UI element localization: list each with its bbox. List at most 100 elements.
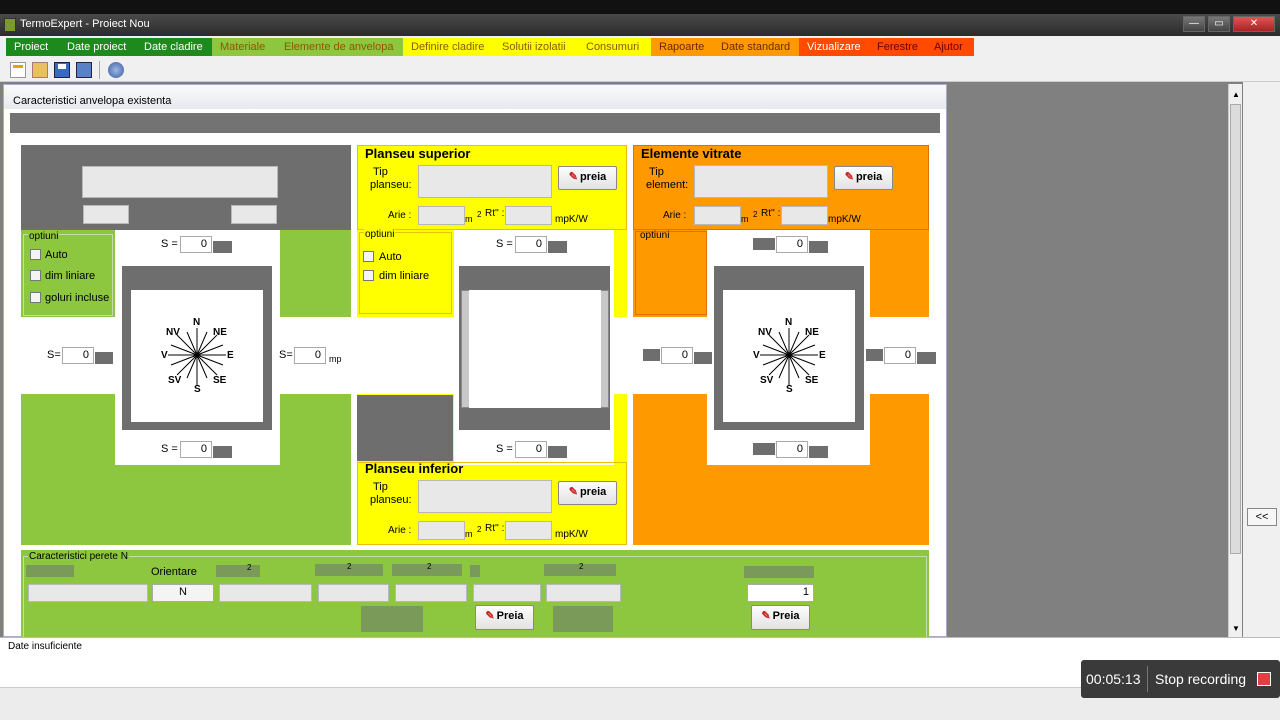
scroll-up-icon[interactable]: ▲ [1232, 90, 1240, 99]
perete-preia-label-1: Preia [496, 610, 524, 622]
menu-item-date-proiect[interactable]: Date proiect [59, 38, 136, 56]
pi-preia-button[interactable]: ✎ preia [558, 481, 617, 505]
vt-bottom-input[interactable]: 0 [776, 441, 808, 458]
menu-item-rapoarte[interactable]: Rapoarte [651, 38, 713, 56]
s-top-input[interactable]: 0 [180, 236, 212, 253]
dim-liniare-checkbox[interactable] [30, 270, 41, 281]
ev-m-unit: m [741, 214, 749, 224]
wall-type-field[interactable] [82, 166, 278, 198]
ps-preia-label: preia [579, 171, 607, 183]
ps-tip-field[interactable] [418, 165, 552, 198]
vt-left-input[interactable]: 0 [661, 347, 693, 364]
vt-left-label-box [643, 349, 660, 361]
open-folder-icon[interactable] [32, 62, 48, 78]
restore-button[interactable]: ▭ [1208, 16, 1230, 32]
menu-item-proiect[interactable]: Proiect [6, 38, 59, 56]
scroll-down-icon[interactable]: ▼ [1232, 624, 1240, 633]
s-bottom-unit-box [213, 446, 232, 458]
perete-field-7[interactable] [546, 584, 621, 602]
pi-rt-label: Rt'' : [485, 523, 505, 534]
s-top-label: S = [161, 238, 178, 250]
vt-top-label-box [753, 238, 775, 250]
app-icon [4, 18, 16, 32]
compass-rose-left: N NE E SE S SV V NV [131, 290, 263, 422]
recording-overlay: 00:05:13 Stop recording [1081, 660, 1280, 698]
perete-field-6[interactable] [473, 584, 541, 602]
ev-arie-field[interactable] [694, 206, 741, 225]
mid-s-top-input[interactable]: 0 [515, 236, 547, 253]
pi-arie-field[interactable] [418, 521, 465, 540]
menu-item-definire-cladire[interactable]: Definire cladire [403, 38, 494, 56]
options-group-right: optiuni [635, 230, 707, 315]
pi-rt-field[interactable] [505, 521, 552, 540]
perete-count-field[interactable]: 1 [747, 584, 814, 602]
s-right-label: S= [279, 349, 293, 361]
menu-item-vizualizare[interactable]: Vizualizare [799, 38, 869, 56]
compass-rose-right: N NE E SE S SV V NV [723, 290, 855, 422]
menu-item-ferestre[interactable]: Ferestre [869, 38, 926, 56]
scroll-thumb[interactable] [1230, 104, 1241, 554]
ev-rt-field[interactable] [781, 206, 828, 225]
options-title-mid: optiuni [364, 229, 396, 240]
perete-field-5[interactable] [395, 584, 467, 602]
perete-field-4[interactable] [318, 584, 389, 602]
mid-s-bottom-input[interactable]: 0 [515, 441, 547, 458]
perete-field-1[interactable] [28, 584, 148, 602]
pi-tip-field[interactable] [418, 480, 552, 513]
vertical-scrollbar[interactable]: ▲ ▼ [1228, 84, 1242, 637]
menu-item-elemente-de-anvelopa[interactable]: Elemente de anvelopa [276, 38, 403, 56]
menu-item-date-standard[interactable]: Date standard [713, 38, 799, 56]
perete-preia-button-2[interactable]: ✎ Preia [751, 605, 810, 630]
vt-top-input[interactable]: 0 [776, 236, 808, 253]
globe-icon[interactable] [108, 62, 124, 78]
ev-rt-label: Rt'' : [761, 208, 781, 219]
perete-field-3[interactable] [219, 584, 312, 602]
menu-bar: Proiect Date proiect Date cladire Materiale… [0, 36, 1280, 58]
menu-item-date-cladire[interactable]: Date cladire [136, 38, 212, 56]
s-left-input[interactable]: 0 [62, 347, 94, 364]
perete-header-4-sq: 2 [347, 562, 352, 571]
menu-item-solutii-izolatii[interactable]: Solutii izolatii [494, 38, 578, 56]
minimize-button[interactable]: — [1183, 16, 1205, 32]
pi-squared: 2 [477, 525, 482, 534]
pi-tip-label: Tip [373, 481, 388, 493]
s-bottom-input[interactable]: 0 [180, 441, 212, 458]
menu-item-materiale[interactable]: Materiale [212, 38, 276, 56]
wall-small-field-2[interactable] [231, 205, 277, 224]
mid-auto-checkbox[interactable] [363, 251, 374, 262]
menu-item-consumuri[interactable]: Consumuri [578, 38, 651, 56]
ps-arie-field[interactable] [418, 206, 465, 225]
menu-item-ajutor[interactable]: Ajutor [926, 38, 974, 56]
mid-dim-liniare-checkbox[interactable] [363, 270, 374, 281]
goluri-incluse-checkbox[interactable] [30, 292, 41, 303]
pi-unit: mpK/W [555, 529, 588, 540]
auto-checkbox[interactable] [30, 249, 41, 260]
compass-ne: NE [213, 327, 227, 338]
compass-v: V [161, 350, 168, 361]
pin-icon: ✎ [761, 610, 771, 622]
ps-arie-label: Arie : [388, 210, 412, 221]
pi-arie-label: Arie : [388, 525, 412, 536]
s-top-unit-box [213, 241, 232, 253]
pi-m-unit: m [465, 529, 473, 539]
stop-icon[interactable] [1257, 672, 1271, 686]
perete-header-8 [744, 566, 814, 578]
stop-recording-button[interactable]: Stop recording [1155, 671, 1246, 687]
ev-preia-button[interactable]: ✎ preia [834, 166, 893, 190]
new-file-icon[interactable] [10, 62, 26, 78]
pin-icon: ✎ [568, 171, 578, 183]
orientare-field[interactable]: N [152, 584, 214, 602]
perete-preia-button-1[interactable]: ✎ Preia [475, 605, 534, 630]
collapse-button[interactable]: << [1247, 508, 1277, 526]
close-button[interactable]: ✕ [1233, 16, 1275, 32]
s-right-input[interactable]: 0 [294, 347, 326, 364]
wall-small-field-1[interactable] [83, 205, 129, 224]
ev-squared: 2 [753, 210, 758, 219]
ps-rt-field[interactable] [505, 206, 552, 225]
ps-preia-button[interactable]: ✎ preia [558, 166, 617, 190]
vt-right-input[interactable]: 0 [884, 347, 916, 364]
save-icon[interactable] [54, 62, 70, 78]
save-all-icon[interactable] [76, 62, 92, 78]
ev-tip-field[interactable] [694, 165, 828, 198]
child-window-title: Caracteristici anvelopa existenta [13, 95, 172, 107]
